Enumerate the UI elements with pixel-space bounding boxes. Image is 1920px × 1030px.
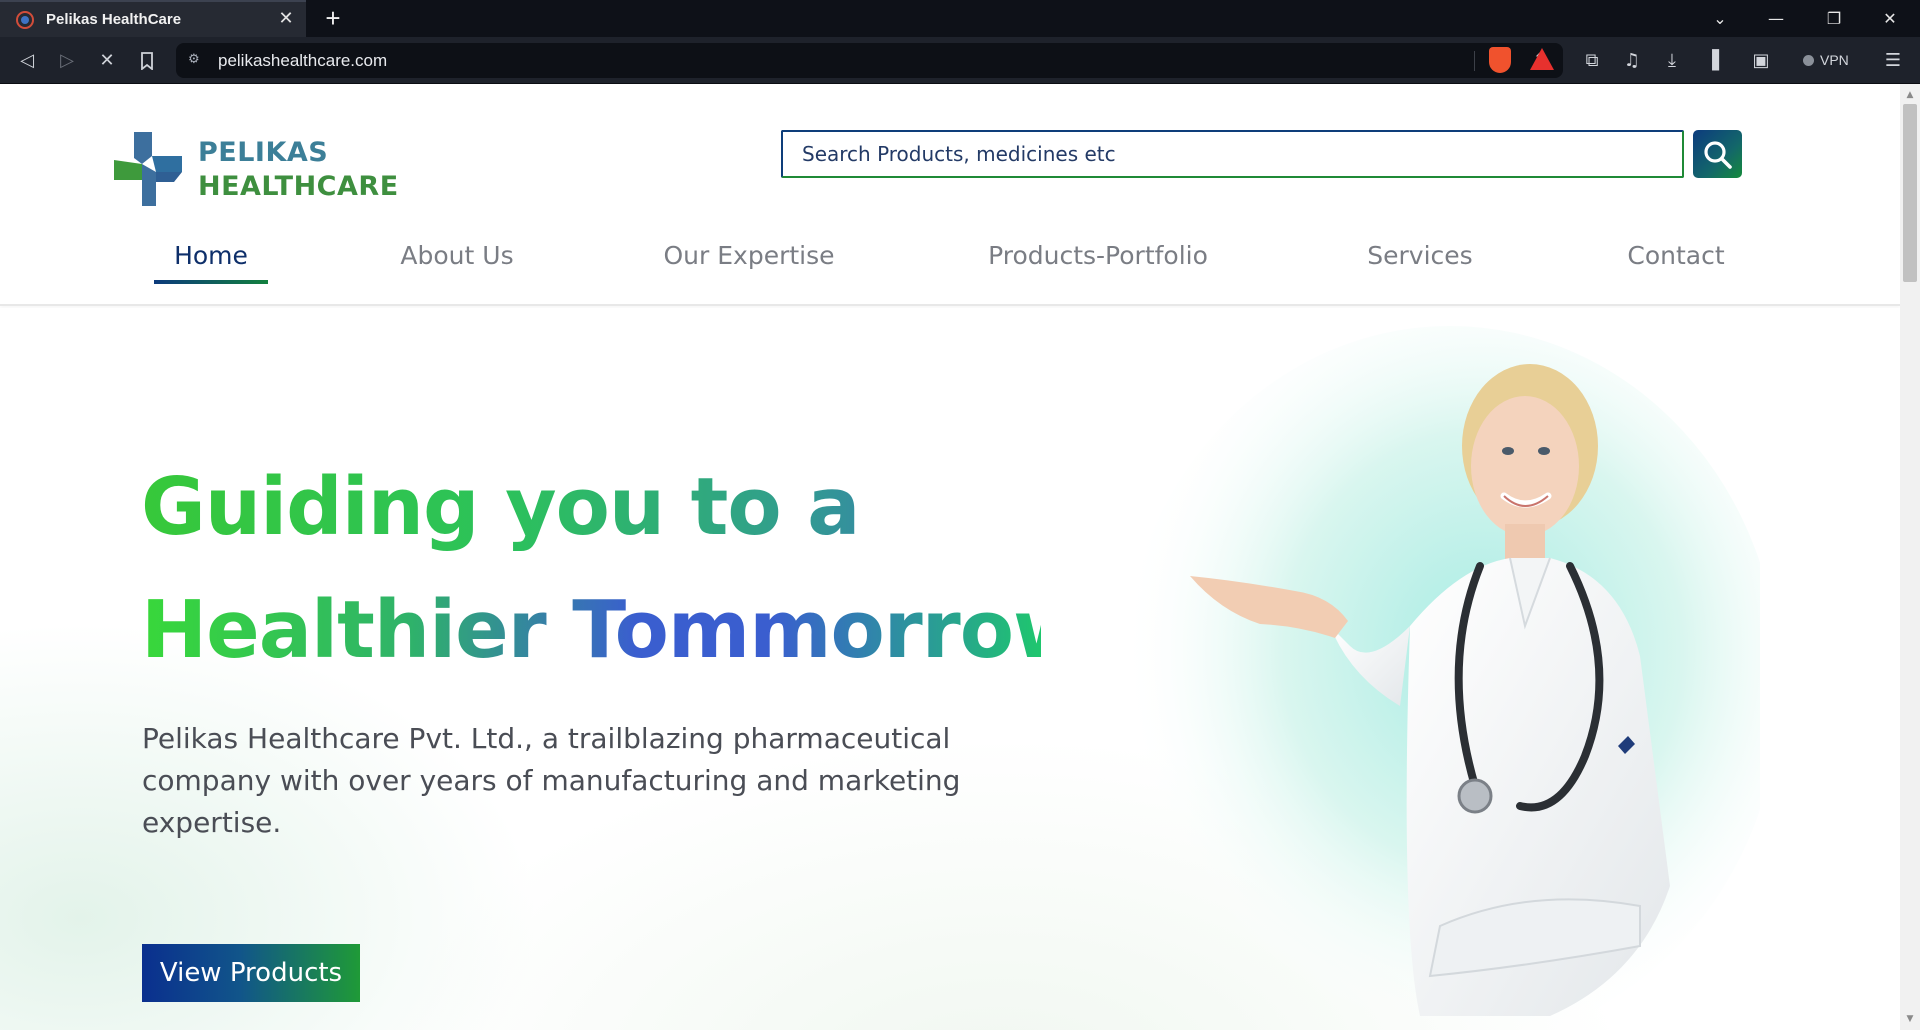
close-window-icon[interactable]: ✕: [1862, 0, 1918, 37]
site-settings-icon[interactable]: ⚙: [188, 52, 206, 68]
site-header: PELIKAS HEALTHCARE Home About Us Our Exp…: [0, 84, 1900, 306]
logo-wordmark[interactable]: PELIKAS HEALTHCARE: [198, 136, 399, 204]
nav-our-expertise[interactable]: Our Expertise: [660, 236, 838, 284]
puzzle-icon[interactable]: ⧉: [1577, 46, 1607, 76]
search-input[interactable]: [783, 132, 1682, 176]
download-icon[interactable]: ⤓: [1657, 46, 1687, 76]
logo-cross-icon[interactable]: [112, 130, 184, 208]
tab-close-icon[interactable]: ✕: [276, 9, 296, 29]
search-icon: [1704, 141, 1732, 169]
stop-loading-icon[interactable]: ✕: [92, 46, 122, 76]
back-arrow-icon[interactable]: ◁: [12, 46, 42, 76]
hero-title-line-2: Healthier Tommorrow: [141, 569, 1086, 692]
logo-line-2: HEALTHCARE: [198, 171, 399, 202]
vpn-status-icon: [1803, 54, 1814, 66]
hero-description: Pelikas Healthcare Pvt. Ltd., a trailbla…: [142, 722, 961, 839]
page-scrollbar[interactable]: ▲ ▼: [1900, 84, 1920, 1030]
vpn-button[interactable]: VPN: [1795, 47, 1857, 73]
nav-products-portfolio[interactable]: Products-Portfolio: [980, 236, 1216, 284]
tab-search-chevron-icon[interactable]: ⌄: [1692, 0, 1748, 37]
web-page: PELIKAS HEALTHCARE Home About Us Our Exp…: [0, 84, 1900, 1030]
doctor-image: [1120, 326, 1760, 1026]
brave-rewards-icon[interactable]: [1530, 48, 1554, 70]
view-products-button[interactable]: View Products: [142, 944, 360, 1002]
browser-tab-strip: Pelikas HealthCare ✕ + ⌄ — ❐ ✕: [0, 0, 1920, 37]
hamburger-menu-icon[interactable]: ☰: [1878, 46, 1908, 76]
hero-section: Guiding you to a Healthier Tommorrow Pel…: [0, 308, 1900, 1030]
bookmark-icon[interactable]: [132, 46, 162, 76]
sidebar-icon[interactable]: ▐: [1697, 46, 1727, 76]
url-text[interactable]: pelikashealthcare.com: [218, 51, 387, 71]
restore-window-icon[interactable]: ❐: [1806, 0, 1862, 37]
nav-services[interactable]: Services: [1360, 236, 1480, 284]
hero-title: Guiding you to a Healthier Tommorrow: [141, 446, 1086, 692]
nav-contact[interactable]: Contact: [1616, 236, 1736, 284]
minimize-window-icon[interactable]: —: [1748, 0, 1804, 37]
nav-home[interactable]: Home: [154, 236, 268, 284]
vpn-label: VPN: [1820, 52, 1849, 68]
toolbar-divider: [1474, 51, 1475, 71]
search-box: [781, 130, 1684, 178]
nav-about-us[interactable]: About Us: [392, 236, 522, 284]
tab-title: Pelikas HealthCare: [46, 11, 182, 28]
site-favicon-icon: [16, 10, 34, 29]
hero-title-line-1: Guiding you to a: [141, 446, 1041, 569]
search-button[interactable]: [1693, 130, 1742, 178]
browser-tab[interactable]: Pelikas HealthCare ✕: [0, 0, 306, 37]
forward-arrow-icon[interactable]: ▷: [52, 46, 82, 76]
music-note-icon[interactable]: ♫: [1617, 46, 1647, 76]
wallet-icon[interactable]: ▣: [1746, 46, 1776, 76]
brave-shields-icon[interactable]: [1489, 47, 1511, 73]
main-navigation: Home About Us Our Expertise Products-Por…: [0, 236, 1900, 286]
scroll-down-arrow-icon[interactable]: ▼: [1905, 1014, 1915, 1024]
scroll-up-arrow-icon[interactable]: ▲: [1905, 90, 1915, 100]
scrollbar-thumb[interactable]: [1903, 104, 1917, 282]
logo-line-1: PELIKAS: [198, 137, 329, 168]
new-tab-button[interactable]: +: [320, 5, 346, 31]
address-bar[interactable]: ⚙ pelikashealthcare.com ⇪: [176, 43, 1563, 78]
